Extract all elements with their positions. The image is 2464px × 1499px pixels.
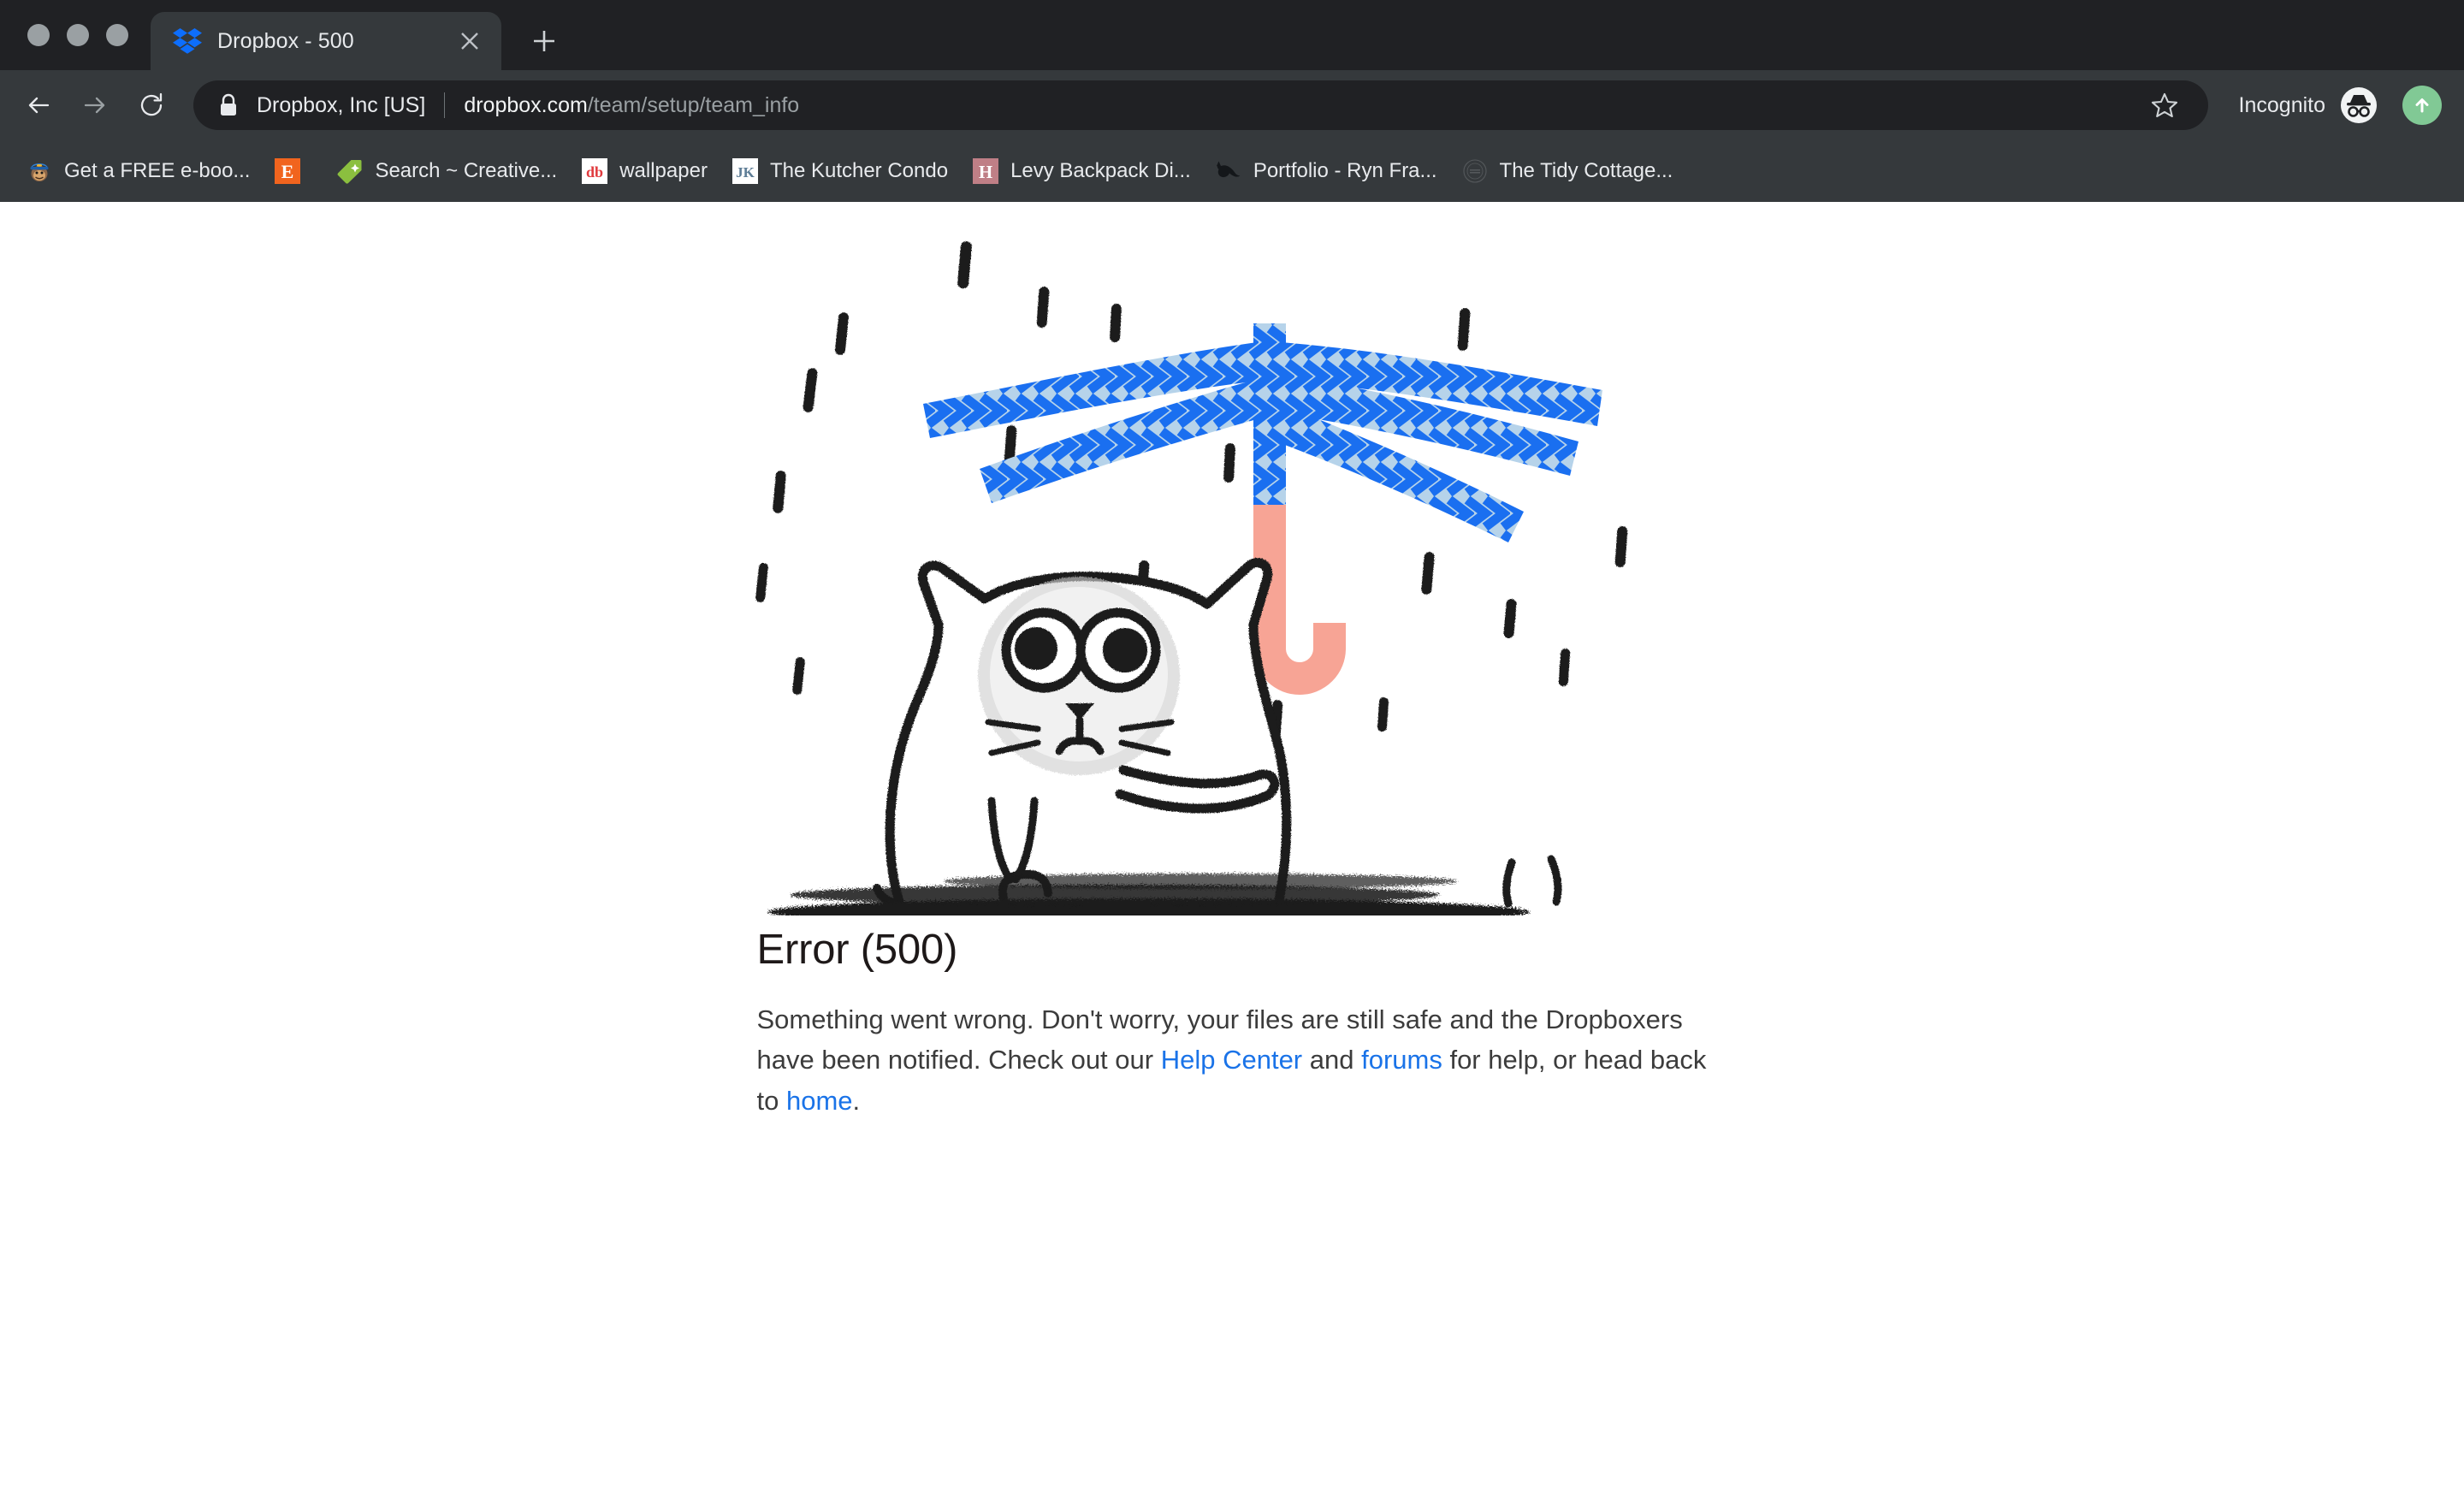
incognito-icon	[2341, 87, 2377, 123]
window-controls	[19, 0, 151, 70]
bookmark-label: The Kutcher Condo	[769, 159, 949, 182]
cat	[872, 558, 1291, 912]
bookmark-label: Levy Backpack Di...	[1010, 159, 1191, 182]
url-divider	[444, 92, 446, 118]
green-tag-icon	[336, 157, 364, 185]
tidy-cottage-stamp-icon	[1461, 157, 1489, 185]
back-button[interactable]	[12, 79, 65, 132]
browser-window: Dropbox - 500 Dropbox, Inc [US] dropbox.…	[0, 0, 2464, 1499]
maximize-window-button[interactable]	[106, 24, 128, 46]
page-content: Error (500) Something went wrong. Don't …	[0, 202, 2464, 1499]
close-window-button[interactable]	[27, 24, 50, 46]
forward-arrow-icon	[84, 97, 105, 114]
bookmark-label: Search ~ Creative...	[375, 159, 558, 182]
star-icon	[2151, 92, 2177, 118]
forward-button[interactable]	[68, 79, 121, 132]
bookmark-item[interactable]: The Tidy Cottage...	[1449, 151, 1685, 192]
jk-monogram-icon: JK	[732, 157, 759, 185]
splash-mark	[1502, 855, 1561, 908]
error-text-part-4: .	[852, 1085, 861, 1116]
fox-silhouette-icon	[1215, 157, 1242, 185]
security-org-label: Dropbox, Inc [US]	[257, 92, 426, 117]
reload-button[interactable]	[125, 79, 178, 132]
new-tab-button[interactable]	[520, 17, 568, 65]
minimize-window-button[interactable]	[67, 24, 89, 46]
url-host: dropbox.com	[464, 92, 588, 117]
dropbox-logo-icon	[173, 28, 202, 54]
reload-icon	[140, 92, 163, 116]
etsy-e-icon: E	[274, 157, 301, 185]
bookmark-item[interactable]: E	[262, 151, 324, 192]
h-letter-icon: H	[972, 157, 999, 185]
forums-link[interactable]: forums	[1361, 1045, 1442, 1075]
sad-cat-broken-umbrella-rain-illustration	[755, 241, 1679, 915]
tab-strip: Dropbox - 500	[0, 0, 2464, 70]
close-icon[interactable]	[452, 23, 488, 59]
help-center-link[interactable]: Help Center	[1161, 1045, 1302, 1075]
url-path: /team/setup/team_info	[587, 92, 800, 117]
tab-title: Dropbox - 500	[217, 28, 354, 53]
svg-text:H: H	[979, 162, 992, 182]
svg-text:db: db	[586, 163, 603, 181]
error-text-part-2: and	[1302, 1045, 1362, 1075]
upload-arrow-icon	[2415, 98, 2429, 113]
incognito-indicator[interactable]: Incognito	[2224, 79, 2384, 132]
mailchimp-monkey-icon	[26, 157, 53, 185]
bookmark-item[interactable]: JK The Kutcher Condo	[720, 151, 960, 192]
svg-text:JK: JK	[736, 164, 755, 181]
browser-toolbar: Dropbox, Inc [US] dropbox.com /team/setu…	[0, 70, 2464, 140]
bookmark-label: The Tidy Cottage...	[1499, 159, 1673, 182]
error-content-wrapper: Error (500) Something went wrong. Don't …	[755, 202, 1709, 1121]
bookmark-label: Portfolio - Ryn Fra...	[1253, 159, 1437, 182]
bookmarks-bar: Get a FREE e-boo... E Search ~ Creative.…	[0, 140, 2464, 202]
designbyhumans-db-icon: db	[581, 157, 608, 185]
bookmark-label: Get a FREE e-boo...	[64, 159, 251, 182]
bookmark-item[interactable]: Search ~ Creative...	[324, 151, 569, 192]
page-title: Error (500)	[756, 927, 958, 973]
profile-avatar[interactable]	[2402, 86, 2442, 125]
bookmark-item[interactable]: H Levy Backpack Di...	[960, 151, 1203, 192]
bookmark-label: wallpaper	[619, 159, 708, 182]
plus-icon	[534, 31, 554, 51]
bookmark-star-button[interactable]	[2140, 80, 2189, 130]
svg-text:E: E	[281, 161, 294, 182]
lock-icon	[221, 93, 236, 116]
back-arrow-icon	[28, 97, 50, 114]
home-link[interactable]: home	[786, 1086, 853, 1116]
error-description: Something went wrong. Don't worry, your …	[757, 999, 1709, 1121]
bookmark-item[interactable]: db wallpaper	[569, 151, 720, 192]
address-bar[interactable]: Dropbox, Inc [US] dropbox.com /team/setu…	[193, 80, 2208, 130]
incognito-label: Incognito	[2238, 92, 2325, 117]
browser-tab[interactable]: Dropbox - 500	[151, 12, 501, 70]
bookmark-item[interactable]: Get a FREE e-boo...	[14, 151, 262, 192]
bookmark-item[interactable]: Portfolio - Ryn Fra...	[1203, 151, 1449, 192]
